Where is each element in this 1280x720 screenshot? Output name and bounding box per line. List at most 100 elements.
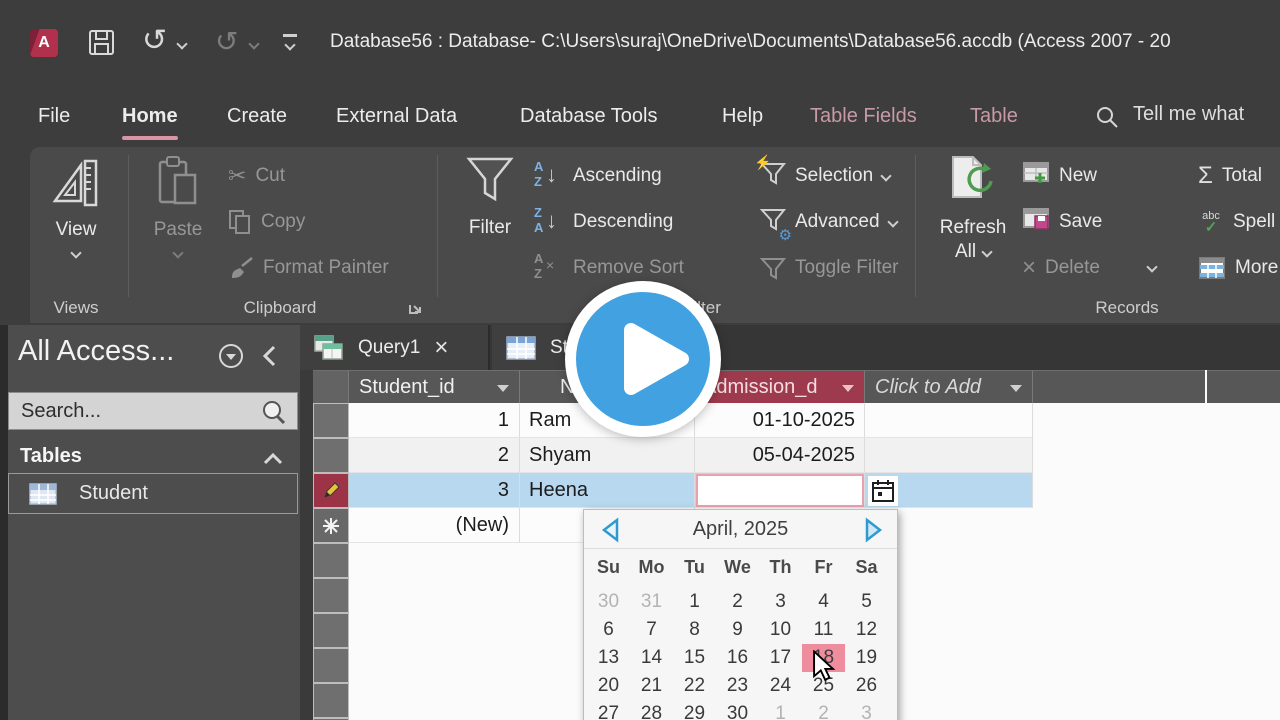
select-all-header[interactable] xyxy=(313,370,349,403)
column-dropdown-icon[interactable] xyxy=(1010,385,1022,392)
tab-database-tools[interactable]: Database Tools xyxy=(520,90,658,145)
column-header-click-to-add[interactable]: Click to Add xyxy=(865,370,1033,403)
date-picker-button[interactable] xyxy=(868,476,898,506)
calendar-next-icon[interactable] xyxy=(860,517,886,543)
close-icon[interactable]: × xyxy=(434,334,448,362)
sidebar-item-student[interactable]: Student xyxy=(8,473,298,514)
selection-button[interactable]: ⚡ Selection xyxy=(754,154,892,196)
descending-button[interactable]: ZA ↓ Descending xyxy=(534,202,673,242)
customize-quick-access-chevron[interactable] xyxy=(284,39,296,51)
undo-dropdown-chevron[interactable] xyxy=(176,38,188,50)
calendar-day[interactable]: 24 xyxy=(759,672,802,700)
more-button[interactable]: More xyxy=(1198,248,1278,288)
calendar-day[interactable]: 21 xyxy=(630,672,673,700)
view-button[interactable]: View xyxy=(40,155,112,263)
calendar-day[interactable]: 6 xyxy=(587,616,630,644)
nav-collapse-icon[interactable] xyxy=(260,343,280,369)
refresh-all-button[interactable]: Refresh All xyxy=(928,153,1018,263)
cell-click-to-add[interactable] xyxy=(865,403,1033,438)
tab-create[interactable]: Create xyxy=(227,90,287,145)
calendar-day[interactable]: 20 xyxy=(587,672,630,700)
undo-icon[interactable]: ↺ xyxy=(142,26,167,56)
calendar-day[interactable]: 9 xyxy=(716,616,759,644)
search-icon[interactable] xyxy=(261,399,287,425)
column-header-admission-date[interactable]: Admission_d xyxy=(695,370,865,403)
calendar-day[interactable]: 1 xyxy=(673,588,716,616)
calendar-day[interactable]: 17 xyxy=(759,644,802,672)
tab-home[interactable]: Home xyxy=(122,90,178,145)
calendar-day[interactable]: 5 xyxy=(845,588,888,616)
calendar-day[interactable]: 3 xyxy=(845,700,888,720)
selection-dropdown-chevron[interactable] xyxy=(880,170,892,182)
calendar-prev-icon[interactable] xyxy=(598,517,624,543)
record-selector[interactable] xyxy=(313,403,349,438)
tab-table[interactable]: Table xyxy=(970,90,1018,145)
calendar-day[interactable]: 2 xyxy=(716,588,759,616)
cell-click-to-add[interactable] xyxy=(865,438,1033,473)
search-icon[interactable] xyxy=(1095,105,1119,129)
column-dropdown-icon[interactable] xyxy=(842,385,854,392)
calendar-day[interactable]: 10 xyxy=(759,616,802,644)
record-selector-new[interactable] xyxy=(313,508,349,543)
delete-record-button[interactable]: × Delete xyxy=(1022,248,1100,288)
spelling-button[interactable]: abc ✓ Spell xyxy=(1198,202,1275,242)
calendar-day[interactable]: 11 xyxy=(802,616,845,644)
calendar-day[interactable]: 26 xyxy=(845,672,888,700)
calendar-day[interactable]: 19 xyxy=(845,644,888,672)
format-painter-button[interactable]: Format Painter xyxy=(228,248,389,288)
search-input[interactable]: Search... xyxy=(8,392,298,430)
tab-help[interactable]: Help xyxy=(722,90,763,145)
cell-admission-date[interactable]: 05-04-2025 xyxy=(695,438,865,473)
save-record-button[interactable]: Save xyxy=(1022,202,1102,242)
paste-button[interactable]: Paste xyxy=(142,155,214,263)
calendar-day[interactable]: 29 xyxy=(673,700,716,720)
redo-dropdown-chevron[interactable] xyxy=(248,38,260,50)
calendar-day[interactable]: 28 xyxy=(630,700,673,720)
advanced-button[interactable]: ⚙ Advanced xyxy=(758,202,899,244)
calendar-day[interactable]: 4 xyxy=(802,588,845,616)
tell-me-box[interactable]: Tell me what xyxy=(1133,103,1244,126)
calendar-day[interactable]: 16 xyxy=(716,644,759,672)
column-header-student-id[interactable]: Student_id xyxy=(349,370,520,403)
totals-button[interactable]: Σ Total xyxy=(1198,156,1262,196)
calendar-day[interactable]: 22 xyxy=(673,672,716,700)
calendar-day[interactable]: 7 xyxy=(630,616,673,644)
calendar-day[interactable]: 27 xyxy=(587,700,630,720)
cell-admission-date[interactable]: 01-10-2025 xyxy=(695,403,865,438)
tables-section-header[interactable]: Tables xyxy=(20,445,82,468)
clipboard-dialog-launcher-icon[interactable] xyxy=(408,300,424,316)
save-icon[interactable] xyxy=(88,29,115,56)
calendar-day[interactable]: 2 xyxy=(802,700,845,720)
calendar-day[interactable]: 23 xyxy=(716,672,759,700)
calendar-day[interactable]: 13 xyxy=(587,644,630,672)
calendar-day[interactable]: 1 xyxy=(759,700,802,720)
calendar-day[interactable]: 14 xyxy=(630,644,673,672)
video-play-button[interactable] xyxy=(565,281,721,437)
cut-button[interactable]: ✂ Cut xyxy=(228,156,285,196)
cell-student-id-new[interactable]: (New) xyxy=(349,508,520,543)
toggle-filter-button[interactable]: Toggle Filter xyxy=(758,248,899,288)
remove-sort-button[interactable]: AZ × Remove Sort xyxy=(534,248,684,288)
refresh-dropdown-chevron[interactable] xyxy=(981,246,993,258)
copy-button[interactable]: Copy xyxy=(228,202,305,242)
new-record-button[interactable]: New xyxy=(1022,156,1097,196)
tab-file[interactable]: File xyxy=(38,90,70,145)
chevron-up-icon[interactable] xyxy=(262,452,284,466)
cell-student-id[interactable]: 2 xyxy=(349,438,520,473)
view-dropdown-chevron[interactable] xyxy=(70,247,82,259)
customize-quick-access-icon[interactable] xyxy=(283,34,297,37)
redo-icon[interactable]: ↻ xyxy=(215,26,238,57)
advanced-dropdown-chevron[interactable] xyxy=(886,216,899,228)
cell-name[interactable]: Shyam xyxy=(520,438,695,473)
cell-name[interactable]: Heena xyxy=(520,473,695,508)
tab-external-data[interactable]: External Data xyxy=(336,90,457,145)
cell-student-id[interactable]: 1 xyxy=(349,403,520,438)
column-dropdown-icon[interactable] xyxy=(497,385,509,392)
paste-dropdown-chevron[interactable] xyxy=(172,247,184,259)
calendar-day[interactable]: 30 xyxy=(587,588,630,616)
nav-menu-icon[interactable] xyxy=(218,343,244,369)
calendar-day[interactable]: 31 xyxy=(630,588,673,616)
calendar-day[interactable]: 12 xyxy=(845,616,888,644)
record-selector[interactable] xyxy=(313,438,349,473)
record-selector-editing[interactable] xyxy=(313,473,349,508)
